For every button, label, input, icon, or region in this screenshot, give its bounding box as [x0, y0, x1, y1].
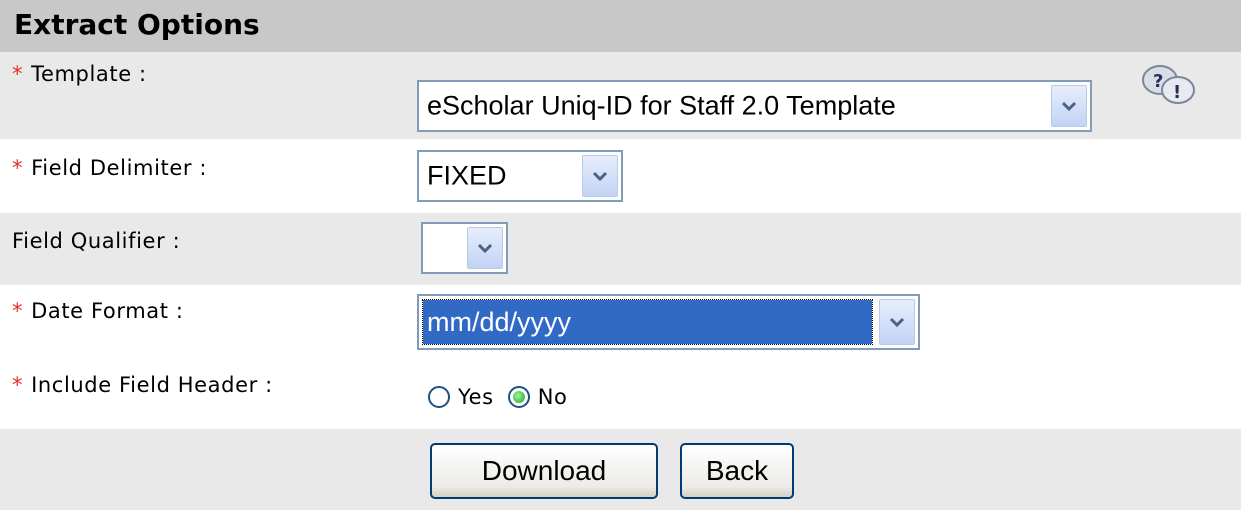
field-qualifier-row: Field Qualifier :: [0, 213, 1241, 285]
radio-label-no: No: [537, 385, 568, 409]
field-delimiter-select[interactable]: FIXED: [417, 150, 623, 202]
download-button[interactable]: Download: [430, 443, 658, 499]
field-delimiter-label: * Field Delimiter :: [12, 156, 208, 180]
svg-text:!: !: [1173, 82, 1181, 103]
date-format-select[interactable]: mm/dd/yyyy: [417, 294, 920, 350]
required-marker: *: [12, 62, 24, 86]
panel-header: Extract Options: [0, 0, 1241, 52]
extract-options-panel: Extract Options * Template : eScholar Uni…: [0, 0, 1241, 510]
chevron-down-icon[interactable]: [582, 155, 618, 197]
help-icon[interactable]: ? !: [1138, 62, 1202, 116]
required-marker: *: [12, 373, 24, 397]
radio-label-yes: Yes: [458, 385, 494, 409]
template-select-value: eScholar Uniq-ID for Staff 2.0 Template: [427, 90, 896, 121]
required-marker: *: [12, 299, 24, 323]
include-header-yes-radio[interactable]: [428, 386, 450, 408]
panel-title: Extract Options: [14, 8, 260, 41]
include-field-header-label: * Include Field Header :: [12, 373, 273, 397]
chevron-down-icon[interactable]: [467, 227, 503, 269]
include-field-header-row: * Include Field Header :: [0, 361, 1241, 429]
template-label: * Template :: [12, 62, 147, 86]
date-format-label: * Date Format :: [12, 299, 184, 323]
field-delimiter-select-value: FIXED: [427, 160, 507, 191]
template-select[interactable]: eScholar Uniq-ID for Staff 2.0 Template: [417, 80, 1092, 132]
chevron-down-icon[interactable]: [1051, 85, 1087, 127]
include-header-no-radio[interactable]: [507, 386, 530, 408]
date-format-select-value: mm/dd/yyyy: [422, 299, 873, 345]
back-button[interactable]: Back: [680, 443, 794, 499]
chevron-down-icon[interactable]: [879, 299, 915, 345]
include-field-header-radio-group: Yes No: [428, 384, 581, 409]
field-qualifier-select[interactable]: [421, 222, 508, 274]
field-qualifier-label: Field Qualifier :: [12, 229, 181, 253]
required-marker: *: [12, 156, 24, 180]
